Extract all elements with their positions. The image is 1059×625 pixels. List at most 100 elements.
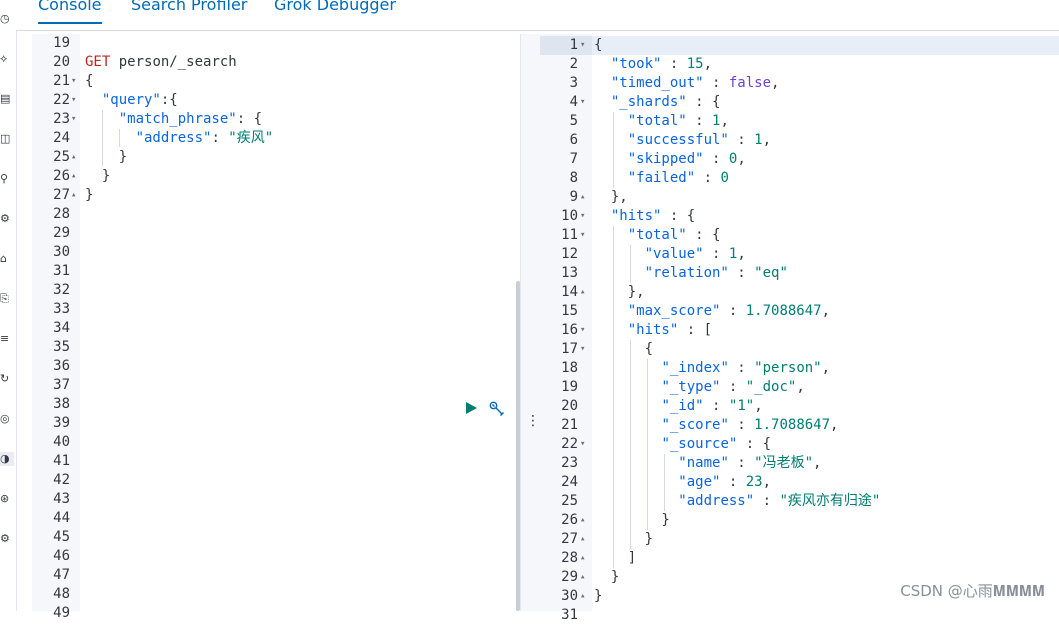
fold-open-icon[interactable]: ▾ xyxy=(71,110,76,129)
code-line: "_shards" : { xyxy=(610,94,721,110)
logs-icon[interactable]: ≡ xyxy=(0,332,14,346)
line-number: 28 xyxy=(53,206,70,222)
clock-icon[interactable]: ◷ xyxy=(0,12,14,26)
fold-close-icon[interactable]: ▴ xyxy=(580,283,585,302)
fold-open-icon[interactable]: ▾ xyxy=(580,435,585,454)
line-number: 49 xyxy=(53,605,70,621)
pane-splitter[interactable] xyxy=(520,34,542,611)
code-line: "max_score" : 1.7088647, xyxy=(627,303,831,319)
line-number: 4 xyxy=(569,94,578,110)
canvas-icon[interactable]: ◫ xyxy=(0,132,14,146)
line-number: 22 xyxy=(561,436,578,452)
fold-close-icon[interactable]: ▴ xyxy=(71,167,76,186)
fold-close-icon[interactable]: ▴ xyxy=(580,587,585,606)
fold-open-icon[interactable]: ▾ xyxy=(580,93,585,112)
line-number: 13 xyxy=(561,265,578,281)
graph-icon[interactable]: ⎘ xyxy=(0,292,14,306)
dev-tools-icon[interactable]: ◑ xyxy=(0,452,14,466)
indent-guide xyxy=(119,129,120,147)
line-number: 29 xyxy=(561,569,578,585)
line-number: 44 xyxy=(53,510,70,526)
line-number: 28 xyxy=(561,550,578,566)
code-line: } xyxy=(594,569,620,585)
line-number: 24 xyxy=(561,474,578,490)
indent-guide xyxy=(647,359,648,530)
line-number: 30 xyxy=(561,588,578,604)
stack-icon[interactable]: ⌂ xyxy=(0,252,14,266)
fold-open-icon[interactable]: ▾ xyxy=(580,207,585,226)
tab-grok-debugger[interactable]: Grok Debugger xyxy=(274,0,396,24)
code-line: "address": "疾风" xyxy=(135,130,274,146)
line-number: 35 xyxy=(53,339,70,355)
drag-handle-icon[interactable]: ⋮ xyxy=(526,414,540,428)
line-number: 26 xyxy=(53,168,70,184)
line-number: 11 xyxy=(561,227,578,243)
ml-icon[interactable]: ⚙ xyxy=(0,212,14,226)
line-number: 31 xyxy=(53,263,70,279)
line-number: 27 xyxy=(561,531,578,547)
line-number: 25 xyxy=(561,493,578,509)
indent-guide xyxy=(630,340,631,549)
line-number: 27 xyxy=(53,187,70,203)
code-line: } xyxy=(85,149,128,165)
fold-close-icon[interactable]: ▴ xyxy=(580,511,585,530)
code-line: "hits" : [ xyxy=(627,322,713,338)
uptime-icon[interactable]: ◎ xyxy=(0,412,14,426)
discover-icon[interactable]: ⟡ xyxy=(0,52,14,66)
apm-icon[interactable]: ↻ xyxy=(0,372,14,386)
code-line: }, xyxy=(594,189,628,205)
line-number: 26 xyxy=(561,512,578,528)
line-number: 7 xyxy=(569,151,578,167)
line-number: 3 xyxy=(569,75,578,91)
line-number: 23 xyxy=(53,111,70,127)
fold-open-icon[interactable]: ▾ xyxy=(71,91,76,110)
watermark: CSDN @心雨𝐌𝐌𝐌𝐌 xyxy=(900,582,1045,600)
indent-guide xyxy=(664,454,665,511)
code-line: "took" : 15, xyxy=(610,56,713,72)
fold-open-icon[interactable]: ▾ xyxy=(580,321,585,340)
management-icon[interactable]: ⚙ xyxy=(0,532,14,546)
line-number: 45 xyxy=(53,529,70,545)
code-line: "total" : 1, xyxy=(627,113,729,129)
fold-close-icon[interactable]: ▴ xyxy=(580,549,585,568)
fold-open-icon[interactable]: ▾ xyxy=(580,226,585,245)
line-number: 17 xyxy=(561,341,578,357)
line-number: 31 xyxy=(561,607,578,623)
code-line: GET person/_search xyxy=(85,54,237,70)
fold-open-icon[interactable]: ▾ xyxy=(71,72,76,91)
line-number: 5 xyxy=(569,113,578,129)
line-number: 1 xyxy=(569,37,578,53)
code-line: } xyxy=(594,512,670,528)
line-number: 20 xyxy=(561,398,578,414)
code-line: { xyxy=(594,341,654,357)
fold-close-icon[interactable]: ▴ xyxy=(71,186,76,205)
fold-open-icon[interactable]: ▾ xyxy=(580,36,585,55)
line-number: 24 xyxy=(53,130,70,146)
code-line: "name" : "冯老板", xyxy=(678,455,822,471)
fold-close-icon[interactable]: ▴ xyxy=(580,188,585,207)
line-number: 43 xyxy=(53,491,70,507)
code-line: "_type" : "_doc", xyxy=(661,379,805,395)
tab-console[interactable]: Console xyxy=(38,0,102,24)
fold-close-icon[interactable]: ▴ xyxy=(71,148,76,167)
code-line: "hits" : { xyxy=(610,208,696,224)
run-request-button[interactable] xyxy=(463,400,479,416)
line-number: 25 xyxy=(53,149,70,165)
dashboard-icon[interactable]: ▤ xyxy=(0,92,14,106)
fold-close-icon[interactable]: ▴ xyxy=(580,568,585,587)
code-line: "value" : 1, xyxy=(644,246,746,262)
code-line: "successful" : 1, xyxy=(627,132,772,148)
line-number: 40 xyxy=(53,434,70,450)
line-number: 14 xyxy=(561,284,578,300)
wrench-icon[interactable] xyxy=(488,400,506,418)
code-line: } xyxy=(85,187,94,203)
tab-search-profiler[interactable]: Search Profiler xyxy=(131,0,247,24)
code-line: "_id" : "1", xyxy=(661,398,763,414)
fold-close-icon[interactable]: ▴ xyxy=(580,530,585,549)
fold-open-icon[interactable]: ▾ xyxy=(580,340,585,359)
monitoring-icon[interactable]: ⊛ xyxy=(0,492,14,506)
code-line: "query":{ xyxy=(101,92,178,108)
line-number: 42 xyxy=(53,472,70,488)
line-number: 16 xyxy=(561,322,578,338)
maps-icon[interactable]: ⚲ xyxy=(0,172,14,186)
